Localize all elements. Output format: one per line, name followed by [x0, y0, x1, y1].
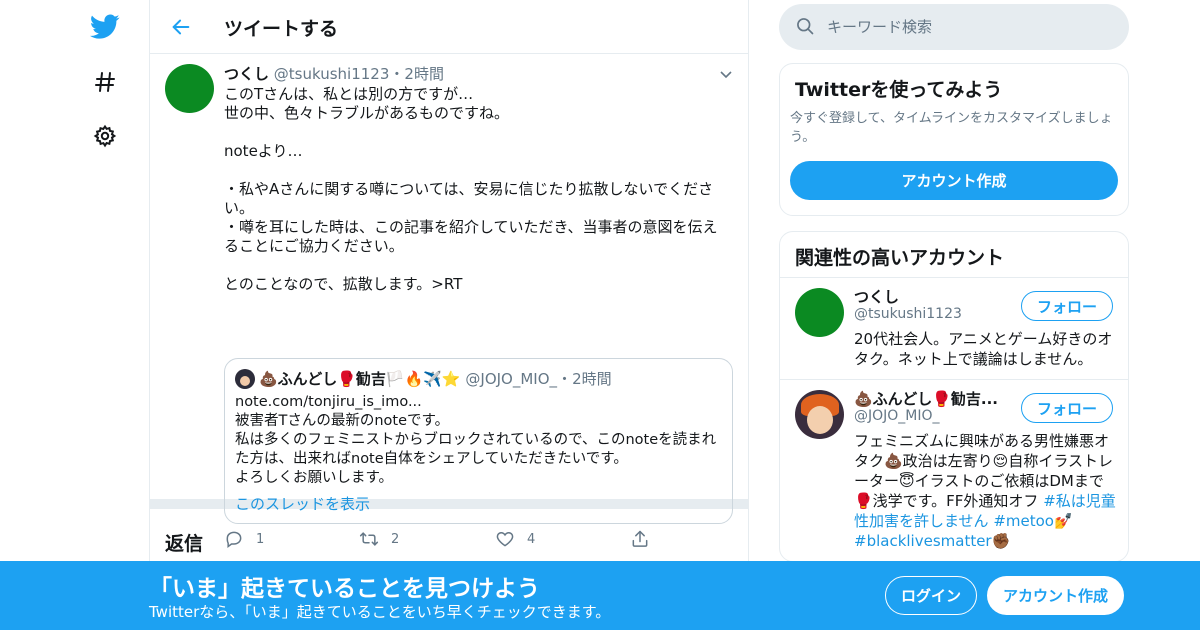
page-title: ツイートする [224, 18, 339, 40]
page-header: ツイートする [150, 0, 748, 54]
search-input[interactable] [827, 4, 1117, 50]
follow-button[interactable]: フォロー [1021, 393, 1113, 423]
quoted-author-handle: @JOJO_MIO_ [465, 369, 558, 388]
account-handle[interactable]: @JOJO_MIO_ [854, 408, 940, 424]
separator: ・ [557, 370, 573, 388]
bio-emoji: ✊🏾 [991, 532, 1011, 550]
signup-button[interactable]: アカウント作成 [987, 576, 1124, 615]
signup-card-description: 今すぐ登録して、タイムラインをカスタマイズしましょう。 [790, 111, 1113, 145]
reply-count: 1 [256, 531, 265, 547]
related-account[interactable]: つくし @tsukushi1123 フォロー 20代社会人。アニメとゲーム好きの… [780, 278, 1128, 379]
reply-button[interactable]: 1 [224, 529, 264, 549]
related-accounts-title: 関連性の高いアカウント [795, 247, 1005, 269]
bio-emoji: 💅 [1054, 512, 1073, 530]
related-account[interactable]: 💩ふんどし🥊勧吉... @JOJO_MIO_ フォロー フェミニズムに興味がある… [780, 380, 1128, 560]
avatar[interactable] [795, 390, 844, 439]
avatar[interactable] [165, 64, 214, 113]
account-handle[interactable]: @tsukushi1123 [854, 306, 962, 322]
tweet-time[interactable]: 2時間 [404, 65, 444, 83]
separator: ・ [389, 65, 405, 83]
quoted-time: 2時間 [572, 370, 612, 388]
twitter-bird-icon[interactable] [90, 12, 120, 42]
retweet-icon [359, 532, 379, 546]
heart-icon [496, 531, 514, 547]
reply-icon [226, 531, 242, 548]
related-accounts-card: 関連性の高いアカウント つくし @tsukushi1123 フォロー 20代社会… [779, 231, 1129, 562]
signup-card: Twitterを使ってみよう 今すぐ登録して、タイムラインをカスタマイズしましょ… [779, 63, 1129, 216]
chevron-down-icon[interactable] [718, 66, 734, 86]
like-button[interactable]: 4 [495, 529, 535, 549]
retweet-button[interactable]: 2 [359, 529, 399, 549]
banner-title: 「いま」起きていることを見つけよう [149, 576, 540, 602]
search-icon [795, 16, 815, 40]
create-account-button[interactable]: アカウント作成 [790, 161, 1118, 200]
banner-subtitle: Twitterなら、「いま」起きていることをいち早くチェックできます。 [149, 603, 611, 621]
share-icon [632, 530, 648, 547]
replies-heading: 返信 [165, 533, 204, 555]
share-button[interactable] [630, 529, 650, 549]
follow-button[interactable]: フォロー [1021, 291, 1113, 321]
tweet-author-handle[interactable]: @tsukushi1123 [274, 65, 390, 83]
like-count: 4 [527, 531, 536, 547]
retweet-count: 2 [391, 531, 400, 547]
account-bio: 20代社会人。アニメとゲーム好きのオタク。ネット上で議論はしません。 [854, 330, 1113, 368]
tweet-actions: 1 2 4 [224, 529, 664, 553]
gear-icon[interactable] [90, 121, 120, 151]
tweet-text: このTさんは、私とは別の方ですが… 世の中、色々トラブルがあるものですね。 no… [224, 85, 718, 293]
quoted-tweet-header: 💩ふんどし🥊勧吉🏳️🔥✈️⭐ @JOJO_MIO_ ・ 2時間 [235, 368, 612, 389]
main-column: ツイートする つくし @tsukushi1123・2時間 このTさんは、私とは別… [149, 0, 749, 630]
avatar[interactable] [795, 288, 844, 337]
show-thread-link[interactable]: このスレッドを表示 [235, 493, 370, 514]
hashtag-link[interactable]: #metoo [993, 512, 1054, 530]
account-name[interactable]: 💩ふんどし🥊勧吉... [854, 388, 998, 409]
signup-card-title: Twitterを使ってみよう [795, 79, 1003, 101]
quoted-author-name: 💩ふんどし🥊勧吉🏳️🔥✈️⭐ [259, 370, 461, 388]
account-bio: フェミニズムに興味がある男性嫌悪オタク💩政治は左寄り😌自称イラストレーター😇イラ… [854, 431, 1116, 551]
login-button[interactable]: ログイン [885, 576, 977, 615]
search-box[interactable] [779, 4, 1129, 50]
arrow-left-icon [172, 19, 190, 35]
quoted-tweet-text: note.com/tonjiru_is_imo... 被害者Tさんの最新のnot… [235, 394, 717, 486]
quoted-tweet[interactable]: 💩ふんどし🥊勧吉🏳️🔥✈️⭐ @JOJO_MIO_ ・ 2時間 note.com/t… [224, 358, 733, 524]
back-button[interactable] [166, 12, 196, 42]
quoted-avatar [235, 368, 255, 389]
signup-banner: 「いま」起きていることを見つけよう Twitterなら、「いま」起きていることを… [0, 561, 1200, 630]
tweet[interactable]: つくし @tsukushi1123・2時間 このTさんは、私とは別の方ですが… … [150, 54, 748, 548]
hashtag-link[interactable]: #blacklivesmatter [854, 532, 992, 550]
hashtag-icon[interactable] [90, 67, 120, 97]
tweet-author-name[interactable]: つくし [224, 65, 269, 83]
left-nav [80, 0, 130, 630]
tweet-header: つくし @tsukushi1123・2時間 [224, 63, 444, 84]
account-name[interactable]: つくし [854, 286, 899, 307]
